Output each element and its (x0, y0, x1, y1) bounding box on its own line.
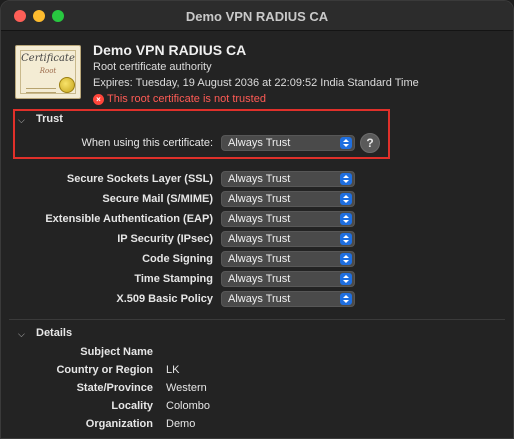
trust-section-label[interactable]: Trust (36, 113, 63, 125)
state-value: Western (166, 382, 207, 394)
ipsec-popup[interactable]: Always Trust (221, 231, 355, 247)
window-title: Demo VPN RADIUS CA (185, 9, 329, 24)
time-stamping-label: Time Stamping (134, 273, 213, 285)
seal-icon (59, 77, 75, 93)
trust-warning: × This root certificate is not trusted (93, 93, 266, 105)
certificate-icon: Certificate Root (15, 45, 81, 99)
smime-value: Always Trust (228, 193, 291, 205)
when-using-popup[interactable]: Always Trust (221, 135, 355, 151)
when-using-label: When using this certificate: (81, 137, 213, 149)
x509-value: Always Trust (228, 293, 291, 305)
state-label: State/Province (76, 382, 153, 394)
popup-arrows-icon (340, 253, 352, 265)
ipsec-value: Always Trust (228, 233, 291, 245)
subject-name-label: Subject Name (80, 346, 153, 358)
help-button[interactable]: ? (360, 133, 380, 153)
locality-label: Locality (111, 400, 153, 412)
section-divider (9, 319, 505, 320)
trust-disclosure-chevron-icon[interactable]: ⌵ (18, 115, 25, 126)
title-bar: Demo VPN RADIUS CA (1, 1, 513, 31)
popup-arrows-icon (340, 293, 352, 305)
organization-value: Demo (166, 418, 196, 430)
eap-popup[interactable]: Always Trust (221, 211, 355, 227)
popup-arrows-icon (340, 273, 352, 285)
popup-arrows-icon (340, 193, 352, 205)
details-section-label[interactable]: Details (36, 327, 72, 339)
locality-value: Colombo (166, 400, 211, 412)
x509-popup[interactable]: Always Trust (221, 291, 355, 307)
when-using-value: Always Trust (228, 137, 291, 149)
popup-arrows-icon (340, 213, 352, 225)
ssl-label: Secure Sockets Layer (SSL) (66, 173, 213, 185)
time-stamping-value: Always Trust (228, 273, 291, 285)
details-disclosure-chevron-icon[interactable]: ⌵ (18, 329, 25, 340)
eap-value: Always Trust (228, 213, 291, 225)
certificate-name: Demo VPN RADIUS CA (93, 42, 247, 58)
popup-arrows-icon (340, 233, 352, 245)
error-x-icon: × (93, 93, 104, 105)
smime-popup[interactable]: Always Trust (221, 191, 355, 207)
ipsec-label: IP Security (IPsec) (117, 233, 213, 245)
certificate-kind: Root certificate authority (93, 61, 212, 73)
time-stamping-popup[interactable]: Always Trust (221, 271, 355, 287)
ssl-value: Always Trust (228, 173, 291, 185)
certificate-icon-lines (26, 88, 56, 89)
certificate-expiry: Expires: Tuesday, 19 August 2036 at 22:0… (93, 77, 419, 89)
country-label: Country or Region (56, 364, 153, 376)
organization-label: Organization (85, 418, 153, 430)
code-signing-popup[interactable]: Always Trust (221, 251, 355, 267)
trust-warning-text: This root certificate is not trusted (107, 93, 266, 105)
certificate-window: Demo VPN RADIUS CA Certificate Root Demo… (0, 0, 514, 439)
trust-highlight-box (13, 109, 390, 159)
certificate-icon-word: Certificate (21, 53, 75, 64)
code-signing-value: Always Trust (228, 253, 291, 265)
certificate-icon-sub: Root (39, 67, 57, 75)
popup-arrows-icon (340, 173, 352, 185)
ssl-popup[interactable]: Always Trust (221, 171, 355, 187)
eap-label: Extensible Authentication (EAP) (45, 213, 213, 225)
x509-label: X.509 Basic Policy (116, 293, 213, 305)
country-value: LK (166, 364, 180, 376)
smime-label: Secure Mail (S/MIME) (102, 193, 213, 205)
code-signing-label: Code Signing (142, 253, 213, 265)
popup-arrows-icon (340, 137, 352, 149)
